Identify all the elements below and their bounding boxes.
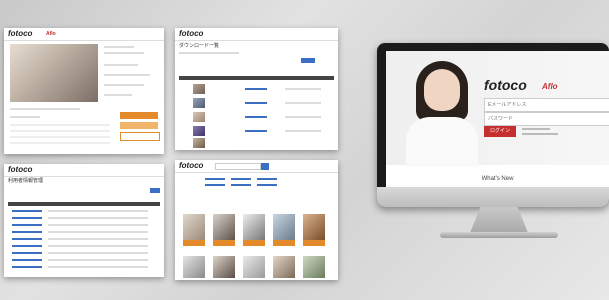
screenshot-download-list: fotoco ダウンロード一覧 (175, 28, 338, 150)
result-photo-9[interactable] (273, 256, 295, 278)
email-field[interactable] (484, 98, 609, 112)
thumb-2 (193, 98, 205, 108)
thumb-3 (193, 112, 205, 122)
result-photo-10[interactable] (303, 256, 325, 278)
login-button[interactable]: ログイン (484, 126, 516, 137)
table-header (179, 76, 334, 80)
fotoco-logo: fotoco (179, 161, 204, 170)
table-header (8, 202, 160, 206)
thumb-1 (193, 84, 205, 94)
screenshot-photo-detail: fotoco Aflo (4, 28, 164, 154)
result-photo-8[interactable] (243, 256, 265, 278)
monitor: fotoco Aflo ログイン What's New (377, 43, 609, 207)
monitor-stand-neck (470, 207, 528, 233)
result-photo-7[interactable] (213, 256, 235, 278)
search-button[interactable] (261, 163, 269, 170)
fotoco-logo: fotoco (8, 165, 33, 174)
search-button[interactable] (301, 58, 315, 63)
result-photo-6[interactable] (183, 256, 205, 278)
thumb-5 (193, 138, 205, 148)
fotoco-logo: fotoco (484, 77, 527, 93)
download-button-3[interactable] (120, 132, 160, 141)
monitor-stand-base (440, 232, 558, 238)
monitor-chin (377, 187, 609, 207)
fotoco-logo: fotoco (8, 29, 33, 38)
download-button[interactable] (120, 112, 158, 119)
screenshot-search-results: fotoco (175, 160, 338, 280)
model-photo (406, 59, 478, 167)
page-title: 利用者情報管理 (8, 178, 44, 184)
whats-new-heading: What's New (481, 176, 514, 182)
aflo-logo: Aflo (46, 31, 56, 37)
result-photo-1[interactable] (183, 214, 205, 240)
login-screen: fotoco Aflo ログイン What's New (386, 51, 609, 187)
screenshot-user-management: fotoco 利用者情報管理 (4, 164, 164, 277)
result-photo-5[interactable] (303, 214, 325, 240)
photo-preview (10, 44, 98, 102)
fotoco-logo: fotoco (179, 29, 204, 38)
aflo-logo: Aflo (542, 82, 558, 91)
password-field[interactable] (484, 112, 609, 126)
result-photo-4[interactable] (273, 214, 295, 240)
download-button-2[interactable] (120, 122, 158, 129)
page-title: ダウンロード一覧 (179, 43, 220, 49)
thumb-4 (193, 126, 205, 136)
search-button[interactable] (150, 188, 160, 193)
search-input[interactable] (215, 163, 261, 170)
result-photo-2[interactable] (213, 214, 235, 240)
result-photo-3[interactable] (243, 214, 265, 240)
